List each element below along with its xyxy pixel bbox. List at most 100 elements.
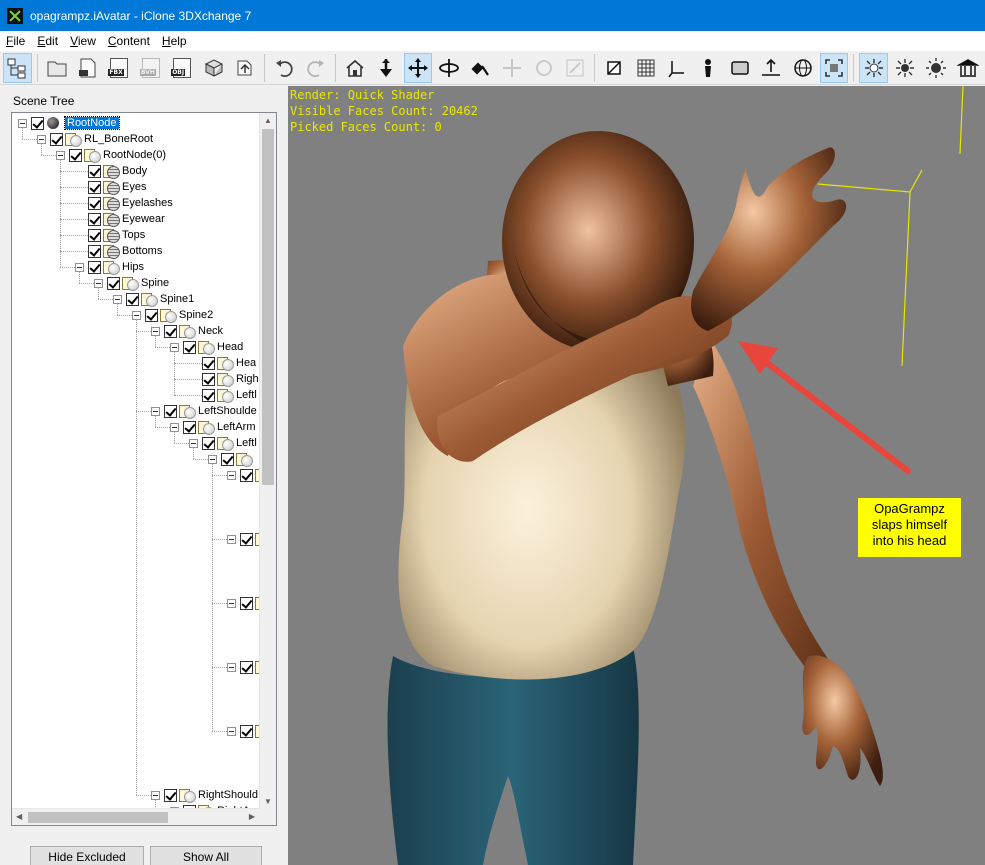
menu-view[interactable]: View [64, 34, 102, 48]
visibility-checkbox[interactable] [69, 148, 82, 162]
tree-node[interactable]: Eyes [88, 179, 146, 195]
ground-button[interactable] [757, 53, 785, 83]
collapse-toggle-icon[interactable] [189, 438, 198, 448]
tree-node[interactable]: Neck [151, 323, 223, 339]
visibility-checkbox[interactable] [88, 180, 101, 194]
fbx-export-button[interactable]: FBX [105, 53, 133, 83]
visibility-checkbox[interactable] [126, 292, 139, 306]
menu-edit[interactable]: Edit [31, 34, 64, 48]
tree-node[interactable]: Tops [88, 227, 145, 243]
visibility-checkbox[interactable] [183, 340, 196, 354]
tree-node[interactable]: Spine2 [132, 307, 213, 323]
visibility-checkbox[interactable] [202, 356, 215, 370]
tree-node[interactable]: Righ [202, 371, 259, 387]
visibility-checkbox[interactable] [240, 596, 253, 610]
rotate-button[interactable] [435, 53, 463, 83]
visibility-checkbox[interactable] [240, 532, 253, 546]
tree-node[interactable]: Eyewear [88, 211, 165, 227]
spot-light-button[interactable] [891, 53, 919, 83]
light-button[interactable] [859, 52, 888, 83]
visibility-checkbox[interactable] [183, 420, 196, 434]
visibility-checkbox[interactable] [240, 468, 253, 482]
tree-node[interactable]: LeftShoulde [151, 403, 257, 419]
import-button[interactable] [74, 53, 102, 83]
collapse-toggle-icon[interactable] [227, 598, 236, 608]
scale-button[interactable] [561, 53, 589, 83]
collapse-toggle-icon[interactable] [151, 326, 160, 336]
tree-node[interactable] [227, 659, 259, 675]
visibility-checkbox[interactable] [88, 228, 101, 242]
visibility-checkbox[interactable] [164, 324, 177, 338]
visibility-checkbox[interactable] [88, 196, 101, 210]
visibility-checkbox[interactable] [50, 132, 63, 146]
tree-horizontal-scroll-thumb[interactable] [28, 812, 168, 823]
move-button[interactable] [403, 52, 433, 83]
plane-button[interactable] [726, 53, 754, 83]
visibility-checkbox[interactable] [202, 388, 215, 402]
visibility-checkbox[interactable] [202, 372, 215, 386]
visibility-checkbox[interactable] [164, 788, 177, 802]
collapse-toggle-icon[interactable] [75, 262, 84, 272]
visibility-checkbox[interactable] [88, 244, 101, 258]
visibility-checkbox[interactable] [164, 404, 177, 418]
show-all-button[interactable]: Show All [150, 846, 262, 865]
tree-node[interactable]: Head [170, 339, 243, 355]
collapse-toggle-icon[interactable] [227, 470, 236, 480]
menu-file[interactable]: File [0, 34, 31, 48]
move-down-button[interactable] [372, 53, 400, 83]
wireframe-button[interactable] [600, 53, 628, 83]
package-button[interactable] [199, 53, 227, 83]
redo-button[interactable] [302, 53, 330, 83]
collapse-toggle-icon[interactable] [94, 278, 103, 288]
hide-excluded-button[interactable]: Hide Excluded [30, 846, 144, 865]
frame-button[interactable] [819, 52, 849, 83]
sun-button[interactable] [922, 53, 950, 83]
open-button[interactable] [42, 53, 70, 83]
tree-node[interactable]: Bottoms [88, 243, 162, 259]
grid-button[interactable] [631, 53, 659, 83]
avatar-model[interactable] [288, 86, 985, 865]
tree-horizontal-scrollbar[interactable]: ◀ ▶ [12, 808, 259, 825]
collapse-toggle-icon[interactable] [37, 134, 46, 144]
collapse-toggle-icon[interactable] [227, 726, 236, 736]
tree-vertical-scrollbar[interactable]: ▲ ▼ [259, 113, 276, 809]
globe-button[interactable] [788, 53, 816, 83]
tree-node[interactable]: Hips [75, 259, 144, 275]
scroll-up-icon[interactable]: ▲ [264, 116, 272, 125]
tree-node[interactable] [208, 451, 255, 467]
visibility-checkbox[interactable] [240, 724, 253, 738]
undo-button[interactable] [270, 53, 298, 83]
tree-node[interactable]: RightShould [151, 787, 258, 803]
reset-button[interactable] [529, 53, 557, 83]
collapse-toggle-icon[interactable] [132, 310, 141, 320]
tree-node[interactable]: Body [88, 163, 147, 179]
bvh-export-button[interactable]: BVH [137, 53, 165, 83]
visibility-checkbox[interactable] [88, 164, 101, 178]
tree-node[interactable]: RL_BoneRoot [37, 131, 153, 147]
obj-export-button[interactable]: OBJ [168, 53, 196, 83]
scroll-down-icon[interactable]: ▼ [264, 797, 272, 806]
scene-tree-toggle-button[interactable] [3, 52, 32, 83]
tree-node[interactable]: Spine1 [113, 291, 194, 307]
bone-button[interactable] [694, 53, 722, 83]
collapse-toggle-icon[interactable] [227, 662, 236, 672]
visibility-checkbox[interactable] [88, 212, 101, 226]
tree-node[interactable] [227, 467, 259, 483]
tree-node[interactable]: Leftl [202, 387, 257, 403]
convert-button[interactable] [231, 53, 259, 83]
transform-button[interactable] [498, 53, 526, 83]
visibility-checkbox[interactable] [107, 276, 120, 290]
tree-node[interactable] [227, 595, 259, 611]
tree-node[interactable] [227, 723, 259, 739]
collapse-toggle-icon[interactable] [18, 118, 27, 128]
menu-content[interactable]: Content [102, 34, 156, 48]
pick-button[interactable] [467, 53, 495, 83]
museum-button[interactable] [954, 53, 982, 83]
visibility-checkbox[interactable] [221, 452, 234, 466]
tree-node[interactable]: Hea [202, 355, 256, 371]
visibility-checkbox[interactable] [88, 260, 101, 274]
scene-tree[interactable]: RootNode RL_BoneRoot RootNode(0) Body Eyes Ey… [11, 112, 277, 826]
collapse-toggle-icon[interactable] [208, 454, 217, 464]
collapse-toggle-icon[interactable] [151, 406, 160, 416]
tree-vertical-scroll-thumb[interactable] [262, 129, 274, 485]
